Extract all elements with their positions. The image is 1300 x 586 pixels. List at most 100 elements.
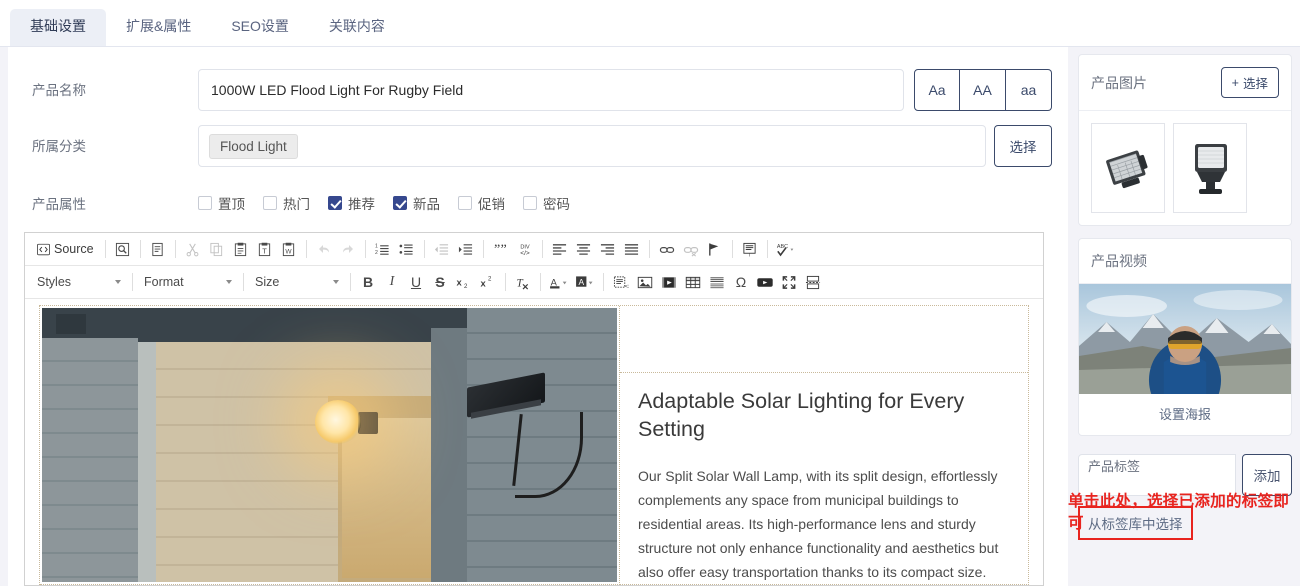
remove-format-icon[interactable]: T (511, 270, 535, 294)
svg-text:</>: </> (520, 250, 530, 257)
rich-text-editor[interactable]: Source T W 1 2 ” ” DIV </> I ABC Styles … (24, 232, 1044, 586)
numbered-list-icon[interactable]: 12 (371, 237, 395, 261)
category-chip[interactable]: Flood Light (209, 133, 298, 159)
chevron-down-icon (226, 280, 232, 284)
content-spacer-cell (620, 306, 1028, 373)
case-lower-button[interactable]: aa (1006, 69, 1052, 111)
case-title-button[interactable]: Aa (914, 69, 960, 111)
checkbox-recommend[interactable] (328, 196, 342, 210)
checkbox-promotion[interactable] (458, 196, 472, 210)
preview-icon[interactable] (111, 237, 135, 261)
category-field[interactable]: Flood Light (198, 125, 986, 167)
align-left-icon[interactable] (548, 237, 572, 261)
attribute-promotion[interactable]: 促销 (458, 193, 505, 213)
case-upper-button[interactable]: AA (960, 69, 1006, 111)
case-button-group: Aa AA aa (914, 69, 1052, 111)
attribute-top[interactable]: 置顶 (198, 193, 245, 213)
product-image-thumbnail-1[interactable] (1091, 123, 1165, 213)
checkbox-new[interactable] (393, 196, 407, 210)
bold-icon[interactable]: B (356, 270, 380, 294)
outdent-icon[interactable] (430, 237, 454, 261)
paste-icon[interactable] (229, 237, 253, 261)
checkbox-password[interactable] (523, 196, 537, 210)
horizontal-rule-icon[interactable] (705, 270, 729, 294)
indent-icon[interactable] (454, 237, 478, 261)
checkbox-hot[interactable] (263, 196, 277, 210)
tab-extensions-attributes[interactable]: 扩展&属性 (106, 9, 211, 46)
svg-text:2: 2 (488, 275, 492, 282)
product-name-input[interactable]: 1000W LED Flood Light For Rugby Field (198, 69, 904, 111)
select-images-button[interactable]: + 选择 (1220, 67, 1279, 98)
flood-light-icon (1195, 144, 1227, 194)
tab-related-content[interactable]: 关联内容 (309, 9, 405, 46)
svg-text:2: 2 (375, 250, 378, 256)
show-blocks-icon[interactable]: I (738, 237, 762, 261)
link-icon[interactable] (655, 237, 679, 261)
strikethrough-icon[interactable]: S (428, 270, 452, 294)
category-select-button[interactable]: 选择 (994, 125, 1052, 167)
checkbox-top[interactable] (198, 196, 212, 210)
template-code-icon[interactable]: <> (609, 270, 633, 294)
attribute-new[interactable]: 新品 (393, 193, 440, 213)
product-edit-page: 基础设置 扩展&属性 SEO设置 关联内容 产品名称 1000W LED Flo… (0, 0, 1300, 586)
format-dropdown[interactable]: Format (138, 271, 238, 294)
justify-icon[interactable] (620, 237, 644, 261)
content-layout-table: Adaptable Solar Lighting for Every Setti… (39, 305, 1029, 585)
set-video-poster-link[interactable]: 设置海报 (1079, 394, 1291, 435)
svg-text:A: A (551, 277, 558, 287)
underline-icon[interactable]: U (404, 270, 428, 294)
image-icon[interactable] (633, 270, 657, 294)
undo-icon[interactable] (312, 237, 336, 261)
spellcheck-icon[interactable]: ABC (773, 237, 799, 261)
blockquote-icon[interactable]: ”” (489, 237, 513, 261)
paste-text-icon[interactable]: T (253, 237, 277, 261)
align-center-icon[interactable] (572, 237, 596, 261)
special-char-icon[interactable]: Ω (729, 270, 753, 294)
background-color-icon[interactable]: A (572, 270, 598, 294)
copy-icon[interactable] (205, 237, 229, 261)
align-right-icon[interactable] (596, 237, 620, 261)
unlink-icon[interactable] (679, 237, 703, 261)
flash-video-icon[interactable] (657, 270, 681, 294)
svg-text:x: x (481, 278, 487, 288)
redo-icon[interactable] (336, 237, 360, 261)
source-button[interactable]: Source (31, 237, 100, 261)
subscript-icon[interactable]: x2 (452, 270, 476, 294)
product-images-title: 产品图片 (1091, 74, 1147, 91)
templates-icon[interactable] (146, 237, 170, 261)
attribute-hot-label: 热门 (283, 197, 310, 212)
size-dropdown[interactable]: Size (249, 271, 345, 294)
source-button-label: Source (54, 242, 94, 256)
anchor-icon[interactable] (703, 237, 727, 261)
italic-icon[interactable]: I (380, 270, 404, 294)
paste-word-icon[interactable]: W (277, 237, 301, 261)
youtube-icon[interactable] (753, 270, 777, 294)
category-row: 所属分类 Flood Light 选择 (8, 125, 1068, 167)
cut-icon[interactable] (181, 237, 205, 261)
add-tag-button[interactable]: 添加 (1242, 454, 1292, 496)
product-video-thumbnail[interactable] (1079, 284, 1291, 394)
attribute-hot[interactable]: 热门 (263, 193, 310, 213)
product-name-row: 产品名称 1000W LED Flood Light For Rugby Fie… (8, 69, 1068, 111)
content-text-cell[interactable]: Adaptable Solar Lighting for Every Setti… (620, 306, 1029, 585)
table-icon[interactable] (681, 270, 705, 294)
porch-solar-light-image[interactable] (42, 308, 617, 582)
page-break-icon[interactable] (801, 270, 825, 294)
div-container-icon[interactable]: DIV </> (513, 237, 537, 261)
bulleted-list-icon[interactable] (395, 237, 419, 261)
superscript-icon[interactable]: x2 (476, 270, 500, 294)
content-image-cell[interactable] (40, 306, 620, 585)
product-image-thumbnail-2[interactable] (1173, 123, 1247, 213)
text-color-icon[interactable]: A (546, 270, 572, 294)
content-paragraph: Our Split Solar Wall Lamp, with its spli… (638, 467, 999, 580)
tab-seo-settings[interactable]: SEO设置 (211, 9, 309, 46)
editor-content-area[interactable]: Adaptable Solar Lighting for Every Setti… (25, 300, 1043, 585)
styles-dropdown[interactable]: Styles (31, 271, 127, 294)
tab-basic-settings[interactable]: 基础设置 (10, 8, 106, 46)
plus-icon: + (1231, 75, 1239, 90)
attribute-password[interactable]: 密码 (523, 193, 570, 213)
attribute-recommend[interactable]: 推荐 (328, 193, 375, 213)
svg-text:x: x (457, 277, 463, 287)
maximize-icon[interactable] (777, 270, 801, 294)
select-from-tag-library-link[interactable]: 从标签库中选择 (1078, 506, 1193, 540)
